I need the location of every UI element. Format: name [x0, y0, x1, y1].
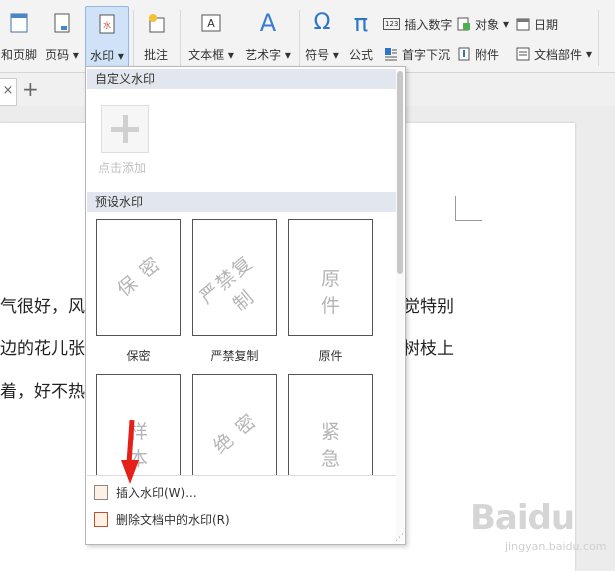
annotation-arrow-head [121, 460, 139, 484]
formula-label: 公式 [348, 48, 373, 62]
wordart-button[interactable]: A 艺术字 ▾ [243, 6, 293, 66]
textbox-button[interactable]: A 文本框 ▾ [186, 6, 236, 66]
ribbon-toolbar: 和页脚 页码 ▾ 水 水印 ▾ 批注 A 文本框 ▾ A 艺术字 ▾ Ω 符号 … [0, 0, 615, 73]
insert-number-button[interactable]: 123 插入数字 [383, 14, 452, 34]
document-text-line: 觉特别 [403, 297, 454, 317]
insert-watermark-icon [94, 484, 108, 500]
chevron-down-icon: ▾ [227, 48, 234, 62]
resize-grip-icon[interactable]: ⋰ [395, 534, 404, 543]
page-number-button[interactable]: 页码 ▾ [42, 6, 82, 66]
drop-cap-label: 首字下沉 [402, 47, 451, 62]
preset-watermark-label: 原件 [318, 349, 343, 363]
panel-scrollbar-thumb[interactable] [397, 71, 403, 274]
insert-watermark-label: 插入水印(W)... [116, 485, 197, 500]
insert-number-label: 插入数字 [404, 17, 453, 32]
ribbon-separator [299, 10, 300, 66]
chevron-down-icon: ▾ [284, 48, 291, 62]
attachment-icon [458, 47, 470, 61]
preset-watermark-thumbnail[interactable]: 严禁复制 [192, 219, 277, 336]
symbol-button[interactable]: Ω 符号 ▾ [303, 6, 341, 66]
watermark-button[interactable]: 水 水印 ▾ [85, 6, 129, 68]
insert-watermark-menu-item[interactable]: 插入水印(W)... [94, 481, 197, 503]
calendar-icon [516, 18, 530, 31]
wordart-icon: A [259, 9, 277, 37]
document-text-line: 树枝上 [403, 339, 454, 359]
preset-watermark-thumbnail[interactable]: 保 密 [96, 219, 181, 336]
preset-watermark-label: 保密 [126, 349, 151, 363]
drop-cap-icon [385, 48, 397, 61]
header-footer-button[interactable]: 和页脚 [0, 6, 38, 66]
ribbon-separator [133, 10, 134, 66]
formula-button[interactable]: π 公式 [345, 6, 377, 66]
comment-button[interactable]: 批注 [139, 6, 173, 66]
chevron-down-icon: ▾ [117, 49, 124, 63]
watermark-preview-text: 严禁复制 [195, 251, 260, 316]
preset-watermark-thumbnail[interactable]: 紧 急 [288, 374, 373, 476]
header-footer-label: 和页脚 [0, 48, 37, 62]
watermark-preview-text: 绝 密 [209, 409, 262, 459]
ribbon-separator [180, 10, 181, 66]
watermark-label: 水印 [90, 49, 115, 63]
preset-watermark-header: 预设水印 [87, 192, 396, 212]
preset-watermark-thumbnail[interactable]: 原 件 [288, 219, 373, 336]
margin-corner-mark [455, 196, 482, 221]
doc-parts-label: 文档部件 [534, 47, 583, 62]
object-icon [457, 17, 470, 31]
number-icon: 123 [383, 18, 401, 30]
add-custom-watermark-label: 点击添加 [98, 161, 147, 175]
textbox-icon: A [201, 14, 221, 32]
ribbon-separator [598, 10, 599, 66]
page-number-icon [54, 13, 70, 33]
preset-watermark-label: 严禁复制 [210, 349, 259, 363]
drop-cap-button[interactable]: 首字下沉 [384, 44, 450, 64]
page-number-label: 页码 [45, 48, 70, 62]
document-text-line: 边的花儿张 [0, 339, 85, 359]
pi-icon: π [353, 9, 369, 37]
date-button[interactable]: 日期 [516, 14, 558, 34]
remove-watermark-label: 删除文档中的水印(R) [116, 512, 230, 527]
attachment-button[interactable]: 附件 [457, 44, 499, 64]
document-text-line: 气很好，风 [0, 297, 85, 317]
add-custom-watermark-button[interactable] [101, 105, 149, 153]
attachment-label: 附件 [475, 47, 500, 62]
comment-icon [149, 14, 165, 33]
symbol-label: 符号 [305, 48, 330, 62]
chevron-down-icon: ▾ [332, 48, 339, 62]
header-footer-icon [10, 13, 28, 33]
remove-watermark-icon [94, 511, 108, 527]
wordart-label: 艺术字 [245, 48, 282, 62]
comment-label: 批注 [143, 48, 168, 62]
preset-watermark-thumbnail[interactable]: 绝 密 [192, 374, 277, 476]
watermark-preview-text: 原 件 [320, 268, 352, 317]
baidu-watermark-url: jingyan.baidu.com [505, 540, 607, 553]
remove-watermark-menu-item[interactable]: 删除文档中的水印(R) [94, 508, 230, 530]
date-label: 日期 [534, 17, 559, 32]
new-tab-button[interactable]: + [22, 77, 39, 101]
chevron-down-icon: ▾ [586, 47, 593, 61]
chevron-down-icon: ▾ [72, 48, 79, 62]
object-button[interactable]: 对象 ▾ [457, 14, 509, 34]
chevron-down-icon: ▾ [503, 17, 510, 31]
watermark-icon: 水 [99, 14, 115, 34]
tab-close-button[interactable]: × [0, 78, 17, 106]
document-text-line: 着，好不热 [0, 382, 85, 402]
watermark-preview-text: 紧 急 [320, 421, 352, 470]
custom-watermark-header: 自定义水印 [87, 69, 396, 89]
doc-parts-icon [516, 47, 530, 61]
baidu-watermark-logo: Baidu [470, 498, 575, 538]
omega-icon: Ω [313, 10, 331, 35]
doc-parts-button[interactable]: 文档部件 ▾ [516, 44, 592, 64]
object-label: 对象 [475, 17, 500, 32]
watermark-preview-text: 保 密 [113, 252, 166, 302]
svg-text:A: A [207, 17, 215, 30]
svg-text:水: 水 [103, 20, 111, 30]
textbox-label: 文本框 [188, 48, 225, 62]
